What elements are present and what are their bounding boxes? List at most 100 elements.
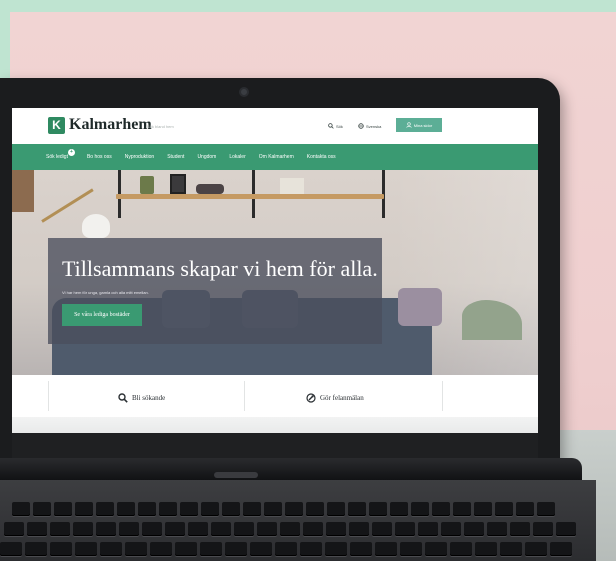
key bbox=[510, 522, 530, 536]
report-fault-label: Gör felanmälan bbox=[320, 394, 364, 402]
key bbox=[556, 522, 576, 536]
quick-actions: Bli sökande Gör felanmälan bbox=[12, 375, 538, 433]
key bbox=[201, 502, 219, 516]
key bbox=[303, 522, 323, 536]
hero-subtitle: Vi har hem för unga, gamla och alla mitt… bbox=[62, 290, 149, 295]
camera-ornament bbox=[196, 184, 224, 194]
site-header: K Kalmarhem Sök Svenska Mina sido bbox=[12, 108, 538, 144]
keyboard-row bbox=[0, 542, 575, 556]
key bbox=[280, 522, 300, 536]
nav-item-new-production[interactable]: Nyproduktion bbox=[125, 154, 154, 160]
key bbox=[234, 522, 254, 536]
header-search-label: Sök bbox=[336, 123, 343, 129]
site-search-input[interactable] bbox=[147, 120, 307, 132]
nav-item-contact[interactable]: Kontakta oss bbox=[307, 154, 336, 160]
nav-item-premises[interactable]: Lokaler bbox=[229, 154, 245, 160]
wall-shelf bbox=[116, 194, 384, 199]
page-below-fold bbox=[12, 417, 538, 433]
key bbox=[350, 542, 372, 556]
search-icon bbox=[328, 123, 334, 129]
key bbox=[117, 502, 135, 516]
key bbox=[4, 522, 24, 536]
plant-pot bbox=[140, 176, 154, 194]
lamp-shade bbox=[82, 214, 110, 238]
report-fault-link[interactable]: Gör felanmälan bbox=[306, 389, 364, 407]
key bbox=[275, 542, 297, 556]
language-link[interactable]: Svenska bbox=[358, 121, 381, 131]
become-applicant-link[interactable]: Bli sökande bbox=[118, 389, 165, 407]
hinge-notch bbox=[214, 472, 258, 478]
language-label: Svenska bbox=[366, 123, 382, 129]
picture-frame bbox=[170, 174, 186, 194]
nav-item-label: Sök ledigt bbox=[46, 154, 68, 160]
key bbox=[418, 522, 438, 536]
user-icon bbox=[406, 122, 412, 128]
key bbox=[211, 522, 231, 536]
floral-cushion bbox=[398, 288, 442, 326]
key bbox=[25, 542, 47, 556]
key bbox=[372, 522, 392, 536]
key bbox=[33, 502, 51, 516]
keyboard-row bbox=[4, 522, 579, 536]
key bbox=[0, 542, 22, 556]
logo-wordmark: Kalmarhem bbox=[69, 116, 152, 133]
key bbox=[75, 542, 97, 556]
divider bbox=[244, 381, 245, 411]
search-icon bbox=[118, 393, 128, 403]
key bbox=[159, 502, 177, 516]
webcam bbox=[239, 87, 249, 97]
key bbox=[326, 522, 346, 536]
key bbox=[222, 502, 240, 516]
key bbox=[100, 542, 122, 556]
key bbox=[50, 522, 70, 536]
key bbox=[390, 502, 408, 516]
key bbox=[325, 542, 347, 556]
key bbox=[411, 502, 429, 516]
key bbox=[125, 542, 147, 556]
nav-item-youth[interactable]: Ungdom bbox=[197, 154, 216, 160]
key bbox=[475, 542, 497, 556]
header-search-link[interactable]: Sök bbox=[328, 121, 343, 131]
key bbox=[474, 502, 492, 516]
wall-art bbox=[12, 170, 34, 212]
wrench-icon bbox=[306, 393, 316, 403]
keyboard-row bbox=[12, 502, 558, 516]
key bbox=[285, 502, 303, 516]
key bbox=[487, 522, 507, 536]
my-pages-button[interactable]: Mina sidor bbox=[396, 118, 442, 132]
key bbox=[142, 522, 162, 536]
vacant-homes-button[interactable]: Se våra lediga bostäder bbox=[62, 304, 142, 326]
key bbox=[180, 502, 198, 516]
key bbox=[327, 502, 345, 516]
divider bbox=[48, 381, 49, 411]
key bbox=[453, 502, 471, 516]
laptop-hinge bbox=[0, 458, 582, 480]
key bbox=[495, 502, 513, 516]
key bbox=[441, 522, 461, 536]
key bbox=[349, 522, 369, 536]
key bbox=[306, 502, 324, 516]
key bbox=[375, 542, 397, 556]
key bbox=[257, 522, 277, 536]
key bbox=[96, 502, 114, 516]
key bbox=[425, 542, 447, 556]
key bbox=[395, 522, 415, 536]
divider bbox=[442, 381, 443, 411]
kalmarhem-logo[interactable]: K Kalmarhem bbox=[48, 116, 152, 134]
nav-item-search-vacant[interactable]: Sök ledigt + bbox=[46, 149, 75, 160]
key bbox=[243, 502, 261, 516]
hero-title: Tillsammans skapar vi hem för alla. bbox=[62, 256, 378, 281]
nav-item-student[interactable]: Student bbox=[167, 154, 184, 160]
hero-section: Tillsammans skapar vi hem för alla. Vi h… bbox=[12, 170, 538, 375]
key bbox=[73, 522, 93, 536]
key bbox=[464, 522, 484, 536]
key bbox=[500, 542, 522, 556]
key bbox=[50, 542, 72, 556]
nav-item-live-with-us[interactable]: Bo hos oss bbox=[87, 154, 112, 160]
key bbox=[150, 542, 172, 556]
key bbox=[165, 522, 185, 536]
nav-item-about[interactable]: Om Kalmarhem bbox=[259, 154, 294, 160]
key bbox=[175, 542, 197, 556]
key bbox=[96, 522, 116, 536]
key bbox=[525, 542, 547, 556]
